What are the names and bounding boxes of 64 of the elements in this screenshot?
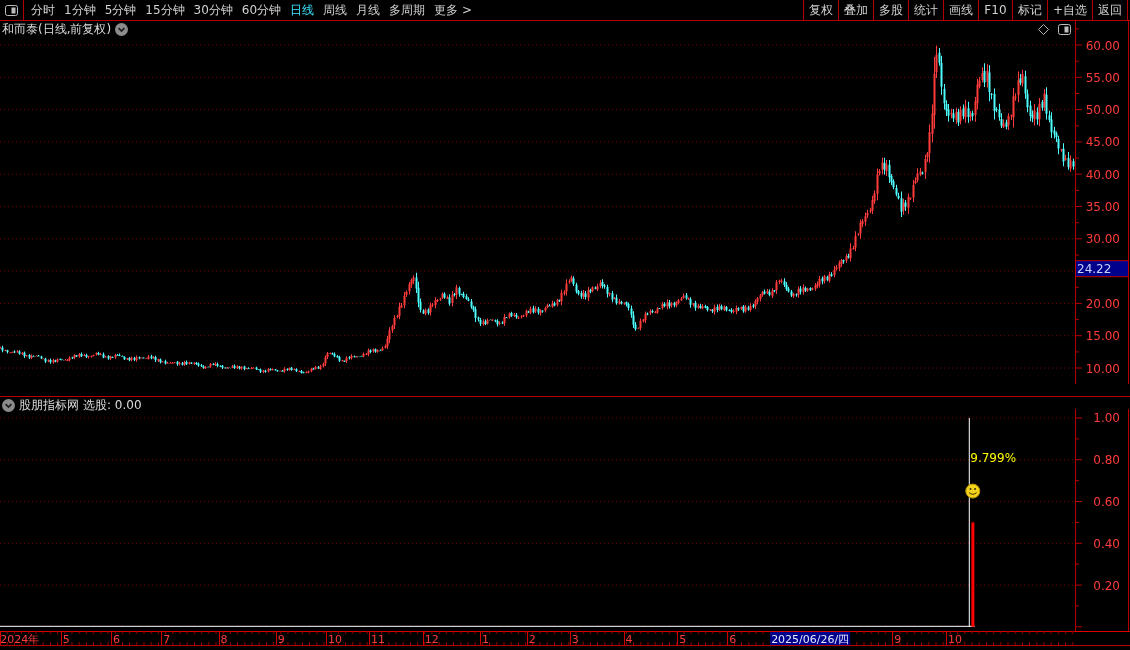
indicator-reading: 选股: 0.00 <box>83 397 142 414</box>
axis-label: 0.80 <box>1093 453 1120 468</box>
cursor-price-label: 24.22 <box>1075 260 1129 278</box>
percent-label: 9.799% <box>970 451 1017 465</box>
axis-label: 60.00 <box>1085 38 1120 53</box>
toolbar-button[interactable]: F10 <box>977 0 1012 20</box>
axis-label: 7 <box>163 633 171 645</box>
axis-label: 11 <box>371 633 386 645</box>
toolbar-button[interactable]: 标记 <box>1011 0 1047 20</box>
chevron-down-icon[interactable] <box>2 399 15 412</box>
indicator-title: 股朋指标网 <box>19 397 79 414</box>
period-tab[interactable]: 日线 <box>285 0 319 20</box>
axis-label: 1.00 <box>1093 411 1120 426</box>
axis-label: 2 <box>528 633 536 645</box>
axis-label: 0.40 <box>1093 536 1120 551</box>
axis-label: 35.00 <box>1085 200 1120 215</box>
smiley-icon <box>965 483 981 499</box>
chevron-down-icon[interactable] <box>115 23 129 36</box>
period-tab[interactable]: 15分钟 <box>140 0 189 20</box>
axis-label: 8 <box>220 633 228 645</box>
axis-label: 55.00 <box>1085 70 1120 85</box>
axis-label: 5 <box>679 633 687 645</box>
axis-label: 40.00 <box>1085 167 1120 182</box>
period-tab[interactable]: 更多 > <box>429 0 476 20</box>
axis-label: 10 <box>328 633 343 645</box>
chart-title: 和而泰(日线,前复权) <box>2 21 112 38</box>
panel-toggle-icon[interactable] <box>5 4 18 16</box>
axis-label: 10.00 <box>1085 361 1120 376</box>
axis-label: 6 <box>729 633 737 645</box>
period-tab[interactable]: 月线 <box>351 0 385 20</box>
axis-label: 0.60 <box>1093 495 1120 509</box>
cursor-date-label: 2025/06/26/四 <box>770 632 851 645</box>
toolbar-button[interactable]: 返回 <box>1092 0 1127 20</box>
axis-label: 9 <box>277 633 285 645</box>
period-tab[interactable]: 多周期 <box>384 0 430 20</box>
axis-label: 2024年 <box>0 633 40 645</box>
axis-label: 30.00 <box>1085 232 1120 247</box>
toolbar-button[interactable]: +自选 <box>1046 0 1092 20</box>
toolbar-button[interactable]: 叠加 <box>837 0 873 20</box>
diamond-icon[interactable] <box>1038 24 1049 35</box>
axis-label: 45.00 <box>1085 135 1120 150</box>
axis-label: 4 <box>625 633 633 645</box>
period-tab[interactable]: 分时 <box>26 0 59 20</box>
axis-label: 12 <box>424 633 439 645</box>
axis-label: 10 <box>947 633 962 645</box>
axis-label: 50.00 <box>1085 103 1120 118</box>
period-tab[interactable]: 30分钟 <box>188 0 237 20</box>
toolbar-button[interactable]: 多股 <box>872 0 908 20</box>
period-tab[interactable]: 60分钟 <box>236 0 286 20</box>
toolbar-button[interactable]: 统计 <box>907 0 943 20</box>
toolbar-button[interactable]: 画线 <box>942 0 978 20</box>
axis-label: 3 <box>571 633 579 645</box>
axis-label: 6 <box>112 633 120 645</box>
axis-label: 15.00 <box>1085 329 1120 344</box>
axis-label: 5 <box>62 633 70 645</box>
period-tab[interactable]: 5分钟 <box>99 0 141 20</box>
toolbar-button[interactable]: 复权 <box>802 0 838 20</box>
axis-label: 20.00 <box>1085 296 1120 311</box>
axis-label: 0.20 <box>1093 578 1120 593</box>
period-tab[interactable]: 1分钟 <box>59 0 100 20</box>
axis-label: 1 <box>482 633 490 645</box>
panel-toggle-icon[interactable] <box>1058 24 1071 35</box>
axis-label: 9 <box>894 633 902 645</box>
period-tab[interactable]: 周线 <box>318 0 352 20</box>
